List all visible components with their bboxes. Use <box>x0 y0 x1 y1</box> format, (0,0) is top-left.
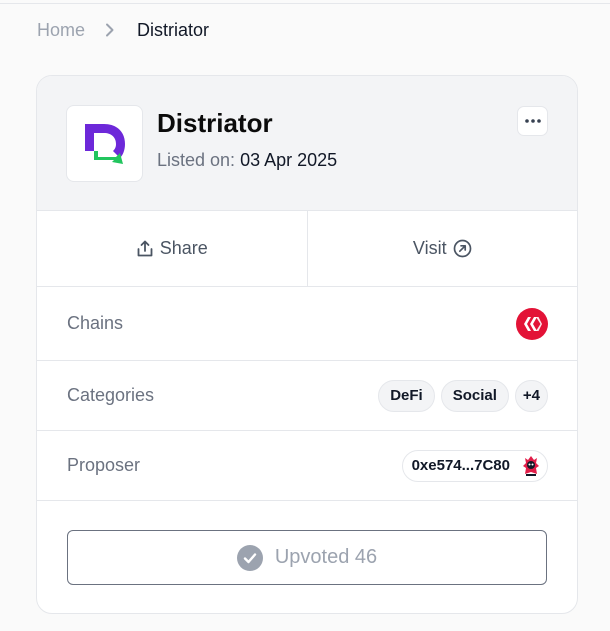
listed-on-label: Listed on: <box>157 150 236 170</box>
more-options-button[interactable] <box>517 106 548 136</box>
categories-label: Categories <box>67 385 155 405</box>
share-icon <box>137 240 153 256</box>
share-label: Share <box>159 238 208 258</box>
action-bar: Share Visit <box>37 211 577 287</box>
upvote-button[interactable]: Upvoted 46 <box>67 530 547 585</box>
visit-label: Visit <box>412 238 447 258</box>
project-card: Distriator Listed on: 03 Apr 2025 Share … <box>36 75 578 614</box>
upvote-label: Upvoted 46 <box>274 546 378 568</box>
project-title: Distriator <box>157 108 273 138</box>
category-tag-defi[interactable]: DeFi <box>378 379 435 412</box>
distriator-logo <box>66 105 143 182</box>
ellipsis-icon <box>524 119 541 123</box>
proposer-row: Proposer 0xe574...7C80 <box>37 431 577 501</box>
check-circle-icon <box>236 544 263 571</box>
category-tag-social[interactable]: Social <box>440 379 509 412</box>
share-button[interactable]: Share <box>37 211 308 286</box>
chevron-right-icon <box>103 23 117 37</box>
external-link-circle-icon <box>453 239 471 258</box>
hive-chain-icon[interactable] <box>516 307 548 340</box>
proposer-avatar <box>518 452 544 479</box>
breadcrumb-current: Distriator <box>137 19 210 40</box>
breadcrumb: Home Distriator <box>37 19 209 41</box>
listed-on-date: 03 Apr 2025 <box>240 150 338 170</box>
category-tags: DeFi Social +4 <box>378 379 548 412</box>
breadcrumb-home-link[interactable]: Home <box>37 20 85 41</box>
visit-button[interactable]: Visit <box>308 211 578 286</box>
chains-row: Chains <box>37 287 577 361</box>
chains-label: Chains <box>67 313 124 333</box>
proposer-address: 0xe574...7C80 <box>411 457 510 474</box>
top-divider <box>0 3 610 4</box>
proposer-address-pill[interactable]: 0xe574...7C80 <box>401 449 548 482</box>
proposer-label: Proposer <box>67 455 141 475</box>
listed-on: Listed on: 03 Apr 2025 <box>157 150 337 171</box>
category-more-tag[interactable]: +4 <box>514 379 548 412</box>
categories-row: Categories DeFi Social +4 <box>37 361 577 431</box>
project-header: Distriator Listed on: 03 Apr 2025 <box>37 76 577 211</box>
